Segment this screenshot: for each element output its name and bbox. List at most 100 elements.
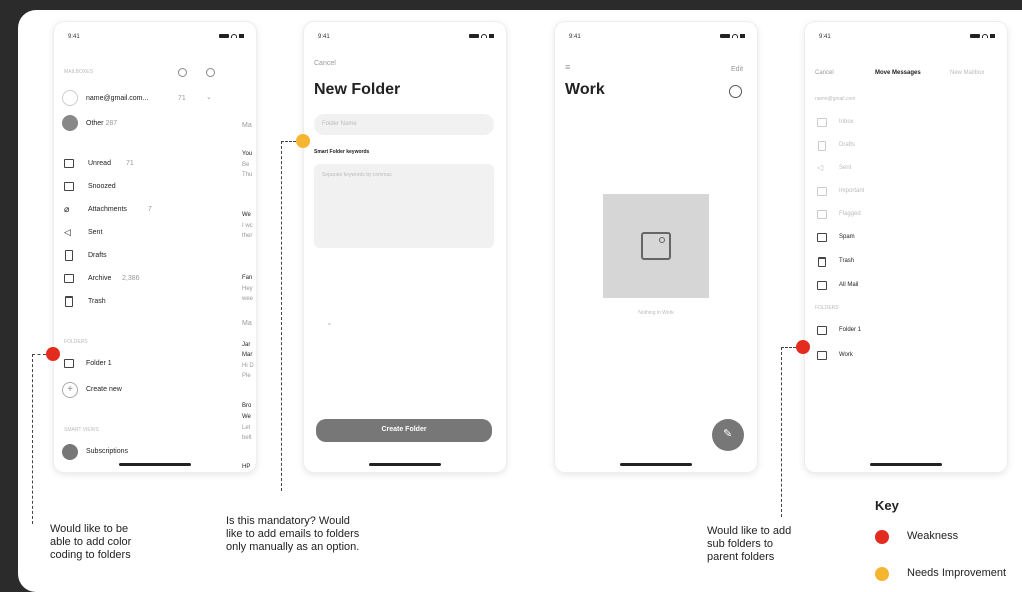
mail-icon <box>64 159 74 168</box>
mailbox-item-label: Drafts <box>88 252 107 259</box>
page-title: Move Messages <box>875 70 921 76</box>
chevron-down-icon[interactable]: ⌄ <box>206 93 212 101</box>
other-label[interactable]: Other 287 <box>86 120 117 127</box>
peek-text: Ple <box>242 373 251 379</box>
sidebar-item-folder-1[interactable]: Folder 1 <box>64 358 244 372</box>
peek-text: Bro <box>242 403 252 409</box>
send-icon: ◁ <box>817 163 824 172</box>
status-bar: 9:41 <box>569 34 745 44</box>
trash-icon <box>818 257 826 267</box>
folder-name-input[interactable]: Folder Name <box>314 114 494 135</box>
needs-improvement-marker <box>296 134 310 148</box>
list-item-label: Drafts <box>839 142 856 148</box>
list-item[interactable]: Spam <box>817 233 977 245</box>
peek-text: Jar <box>242 342 251 348</box>
cancel-button[interactable]: Cancel <box>815 70 834 76</box>
create-new-folder-button[interactable]: + Create new <box>62 382 242 398</box>
mailbox-item-count: 7 <box>148 206 152 213</box>
empty-state-text: Nothing in Work <box>638 310 674 316</box>
list-item[interactable]: All Mail <box>817 281 977 293</box>
peek-text: We <box>242 414 251 420</box>
keywords-label: Smart Folder keywords <box>314 149 370 155</box>
list-item-label: Sent <box>839 165 852 171</box>
account-avatar <box>62 90 78 106</box>
section-folders: FOLDERS <box>64 339 88 345</box>
section-smart-views: SMART VIEWS <box>64 427 99 433</box>
status-time: 9:41 <box>819 34 831 40</box>
mailbox-item[interactable]: Drafts <box>64 250 244 264</box>
mailbox-item[interactable]: Archive 2,386 <box>64 273 244 287</box>
peek-text: Ma <box>242 122 252 129</box>
important-icon <box>817 187 827 196</box>
list-item-label: All Mail <box>839 282 859 288</box>
annotation-connector <box>32 354 46 355</box>
peek-text: Ma <box>242 320 252 327</box>
folder-icon <box>64 359 74 368</box>
compose-button[interactable]: ✎ <box>712 419 744 451</box>
subscriptions-icon <box>62 444 78 460</box>
status-bar: 9:41 <box>68 34 244 44</box>
account-count: 71 <box>178 95 186 102</box>
mailbox-item[interactable]: Snoozed <box>64 181 244 195</box>
create-folder-button[interactable]: Create Folder <box>316 419 492 442</box>
add-icon[interactable] <box>206 68 215 77</box>
signal-icon <box>720 34 745 38</box>
chevron-down-icon[interactable]: ⌄ <box>326 318 333 327</box>
weakness-marker <box>796 340 810 354</box>
status-time: 9:41 <box>68 34 80 40</box>
peek-text: Let <box>242 425 251 431</box>
peek-text: You <box>242 151 253 157</box>
peek-text: Thu <box>242 172 253 178</box>
list-item[interactable]: Folder 1 <box>817 326 977 338</box>
annotation-connector <box>281 141 296 142</box>
list-item[interactable]: Work <box>817 351 977 363</box>
create-folder-label: Create Folder <box>381 426 427 433</box>
keywords-input[interactable]: Separate keywords by commas <box>314 164 494 248</box>
mailbox-item[interactable]: ◁ Sent <box>64 227 244 241</box>
subscriptions-label: Subscriptions <box>86 448 129 455</box>
weakness-marker <box>46 347 60 361</box>
mailbox-item[interactable]: Unread 71 <box>64 158 244 172</box>
list-item-label: Work <box>839 352 853 358</box>
mailbox-item-count: 71 <box>126 160 134 167</box>
edit-button[interactable]: Edit <box>731 66 743 73</box>
pencil-icon: ✎ <box>723 428 733 440</box>
all-mail-icon <box>817 281 827 290</box>
folder-icon <box>817 326 827 335</box>
annotation-note-mandatory: Is this mandatory? Would like to add ema… <box>226 515 360 553</box>
screen-move-messages: 9:41 Cancel Move Messages New Mailbox na… <box>805 22 1007 472</box>
folder-icon <box>817 351 827 360</box>
list-item-label: Inbox <box>839 119 854 125</box>
trash-icon <box>65 296 73 307</box>
create-new-label: Create new <box>86 386 122 393</box>
mailbox-item[interactable]: Trash <box>64 296 244 310</box>
inbox-icon <box>817 118 827 127</box>
list-item-label: Important <box>839 188 865 194</box>
new-mailbox-button[interactable]: New Mailbox <box>950 70 984 76</box>
signal-icon <box>469 34 494 38</box>
list-item[interactable]: Trash <box>817 257 977 269</box>
home-indicator <box>870 463 942 466</box>
mailbox-item[interactable]: ⌀ Attachments 7 <box>64 204 244 218</box>
annotation-note-sub-folders: Would like to add sub folders to parent … <box>707 525 792 563</box>
clock-icon <box>64 182 74 191</box>
peek-text: Mar <box>242 352 253 358</box>
compose-status-icon[interactable] <box>729 85 742 98</box>
peek-text: wee <box>242 296 254 302</box>
sidebar-item-subscriptions[interactable]: Subscriptions <box>62 444 242 460</box>
home-indicator <box>119 463 191 466</box>
home-indicator <box>369 463 441 466</box>
peek-text: Fan <box>242 275 253 281</box>
section-account: name@gmail.com <box>815 96 856 102</box>
folder-label: Folder 1 <box>86 360 112 367</box>
page-title: New Folder <box>314 81 401 98</box>
cancel-button[interactable]: Cancel <box>314 60 336 67</box>
account-label[interactable]: name@gmail.com... <box>86 95 148 102</box>
folder-name-placeholder: Folder Name <box>322 121 357 127</box>
gear-icon[interactable] <box>178 68 187 77</box>
flag-icon <box>817 210 827 219</box>
signal-icon <box>970 34 995 38</box>
list-item-label: Flagged <box>839 211 861 217</box>
legend-weakness-swatch <box>875 530 889 544</box>
menu-icon[interactable]: ≡ <box>565 62 570 72</box>
